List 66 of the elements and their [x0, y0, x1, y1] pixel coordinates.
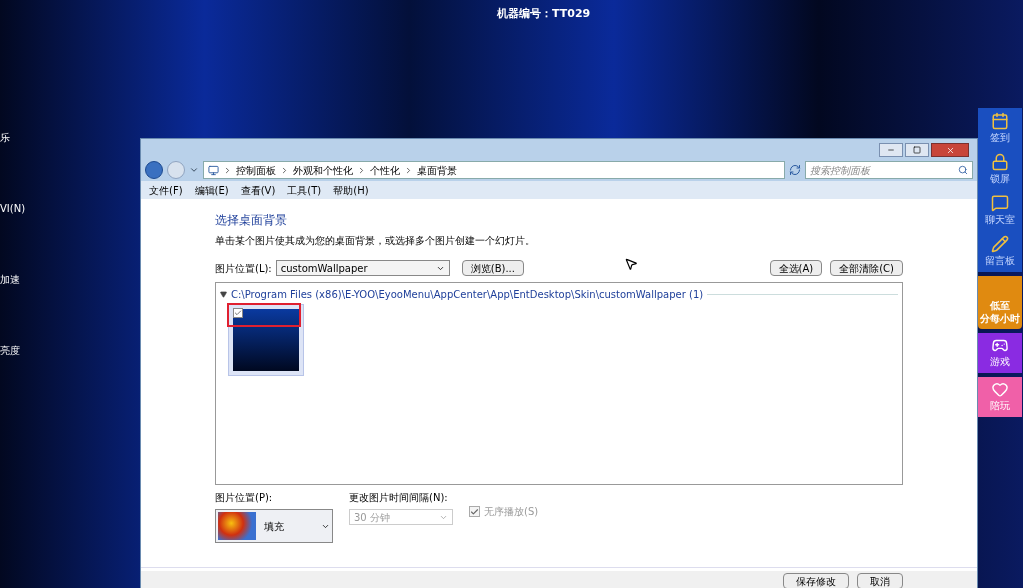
address-bar[interactable]: 控制面板 外观和个性化 个性化 桌面背景: [203, 161, 785, 179]
desktop-icon-label[interactable]: 加速: [0, 272, 26, 287]
sidebar-tile[interactable]: 游戏: [978, 333, 1022, 373]
promo-text: 分每小时: [980, 312, 1020, 325]
close-button[interactable]: [931, 143, 969, 157]
machine-label: 机器编号：TT029: [497, 6, 591, 22]
location-dropdown[interactable]: customWallpaper: [275, 260, 450, 276]
gamepad-icon: [991, 337, 1009, 354]
clear-all-button[interactable]: 全部清除(C): [830, 260, 903, 276]
minimize-button[interactable]: [879, 143, 903, 157]
tile-label: 游戏: [990, 355, 1010, 369]
sidebar-tool-icon: [991, 194, 1009, 212]
sidebar-label[interactable]: 锁屏: [990, 171, 1010, 186]
menu-item[interactable]: 文件(F): [149, 182, 183, 198]
breadcrumb-item[interactable]: 外观和个性化: [293, 162, 353, 178]
location-label: 图片位置(L):: [215, 261, 272, 276]
select-all-button[interactable]: 全选(A): [769, 260, 823, 276]
page-description: 单击某个图片使其成为您的桌面背景，或选择多个图片创建一个幻灯片。: [215, 234, 536, 248]
thumbnail-picture: [233, 309, 299, 371]
refresh-icon[interactable]: [789, 164, 801, 176]
chevron-right-icon: [280, 165, 289, 175]
chevron-right-icon: [223, 165, 232, 175]
page-heading: 选择桌面背景: [215, 212, 288, 229]
search-box[interactable]: 搜索控制面板: [805, 161, 973, 179]
breadcrumb-item[interactable]: 控制面板: [236, 162, 276, 178]
desktop-icon-label[interactable]: 乐: [0, 130, 26, 145]
promo-text: 低至: [990, 300, 1010, 313]
breadcrumb-item[interactable]: 桌面背景: [417, 162, 457, 178]
chevron-right-icon: [357, 165, 366, 175]
desktop-icon-label[interactable]: 亮度: [0, 343, 26, 358]
position-value: 填充: [264, 519, 285, 534]
tile-label: 陪玩: [990, 399, 1010, 413]
breadcrumb-item[interactable]: 个性化: [370, 162, 400, 178]
minimize-icon: [887, 146, 895, 154]
collapse-arrow-icon[interactable]: [220, 291, 227, 298]
close-icon: [945, 145, 955, 155]
search-field[interactable]: 搜索控制面板: [810, 162, 958, 178]
chevron-right-icon: [404, 165, 413, 175]
sidebar-label[interactable]: 签到: [990, 130, 1010, 145]
dialog-button[interactable]: 保存修改: [783, 573, 849, 588]
thumbnail-checkbox[interactable]: [233, 308, 243, 318]
sidebar-tool-icon: [991, 153, 1009, 171]
check-icon: [234, 309, 242, 317]
maximize-button[interactable]: [905, 143, 929, 157]
interval-label: 更改图片时间间隔(N):: [349, 491, 449, 505]
menu-item[interactable]: 编辑(E): [194, 182, 229, 198]
menu-item[interactable]: 工具(T): [287, 182, 322, 198]
shuffle-label: 无序播放(S): [484, 505, 539, 519]
desktop-icon-label[interactable]: VI(N): [0, 201, 26, 216]
menu-item[interactable]: 查看(V): [240, 182, 276, 198]
check-icon: [470, 506, 479, 517]
dialog-button[interactable]: 取消: [857, 573, 903, 588]
menu-item[interactable]: 帮助(H): [333, 182, 369, 198]
sidebar-tool-icon: [991, 235, 1009, 253]
sidebar-tool-icon: [991, 112, 1009, 130]
position-label: 图片位置(P):: [215, 491, 274, 505]
mouse-cursor-icon: [624, 257, 638, 271]
wallpaper-thumbnail[interactable]: [228, 304, 304, 376]
maximize-icon: [913, 146, 921, 154]
folder-path: C:\Program Files (x86)\E-YOO\EyooMenu\AppCenter\App\EntDesktop\Skin\customWallpaper (1): [231, 288, 704, 302]
heart-icon: [991, 381, 1009, 398]
back-button[interactable]: [145, 161, 163, 179]
browse-button[interactable]: 浏览(B)...: [461, 260, 524, 276]
search-icon: [958, 165, 968, 175]
position-dropdown[interactable]: 填充: [215, 509, 333, 543]
history-dropdown-icon[interactable]: [189, 165, 199, 175]
